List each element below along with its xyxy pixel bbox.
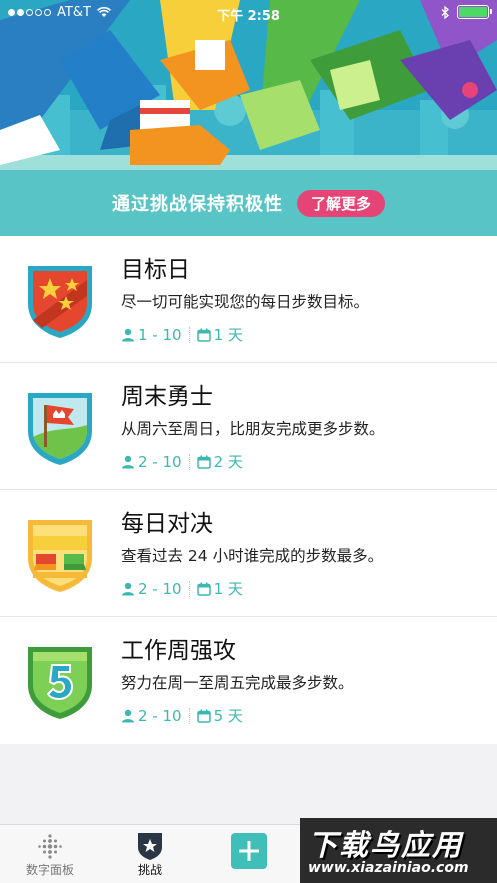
duration: 1 天: [213, 580, 243, 598]
learn-more-button[interactable]: 了解更多: [296, 189, 385, 217]
duration: 1 天: [213, 326, 243, 344]
challenge-item-workweek-hustle[interactable]: 工作周强攻 努力在周一至周五完成最多步数。 2 - 10 5 天: [0, 617, 497, 744]
player-range: 2 - 10: [138, 452, 182, 471]
battery-icon: [457, 5, 492, 19]
dashboard-dots-icon: [38, 834, 62, 859]
challenge-shield-icon: [138, 833, 162, 860]
challenge-meta: 2 - 10 2 天: [121, 451, 243, 472]
challenge-title: 周末勇士: [121, 384, 213, 410]
challenge-list: 目标日 尽一切可能实现您的每日步数目标。 1 - 10 1 天 周末勇士 从周六…: [0, 236, 497, 744]
tab-dashboard[interactable]: 数字面板: [10, 831, 90, 878]
calendar-icon: [196, 455, 211, 469]
challenge-description: 从周六至周日，比朋友完成更多步数。: [121, 420, 385, 438]
watermark-title: 下载鸟应用: [308, 828, 464, 862]
tab-challenges[interactable]: 挑战: [110, 831, 190, 878]
challenge-description: 尽一切可能实现您的每日步数目标。: [121, 293, 370, 311]
watermark: 下载鸟应用 www.xiazainiao.com: [300, 818, 497, 883]
calendar-icon: [196, 709, 211, 723]
calendar-icon: [196, 328, 211, 342]
player-range: 2 - 10: [138, 706, 182, 725]
flag-badge-icon: [28, 393, 92, 465]
person-icon: [122, 455, 134, 468]
person-icon: [122, 709, 134, 722]
challenge-item-goal-day[interactable]: 目标日 尽一切可能实现您的每日步数目标。 1 - 10 1 天: [0, 236, 497, 363]
person-icon: [122, 328, 134, 341]
bluetooth-icon: [441, 5, 449, 19]
player-range: 1 - 10: [138, 325, 182, 344]
challenge-title: 目标日: [121, 257, 190, 283]
plus-icon: [239, 841, 259, 861]
challenge-description: 查看过去 24 小时谁完成的步数最多。: [121, 547, 384, 565]
tab-dashboard-label: 数字面板: [25, 863, 74, 877]
challenge-meta: 2 - 10 5 天: [121, 705, 243, 726]
calendar-icon: [196, 582, 211, 596]
tab-challenges-label: 挑战: [137, 863, 162, 877]
status-right: [441, 5, 492, 19]
hero-headline: 通过挑战保持积极性: [111, 194, 283, 215]
person-icon: [122, 582, 134, 595]
add-button[interactable]: [231, 833, 267, 869]
challenge-title: 每日对决: [121, 511, 213, 537]
duration: 2 天: [213, 453, 243, 471]
status-bar: AT&T 下午 2:58: [0, 0, 497, 26]
stars-badge-icon: [28, 266, 92, 338]
challenge-title: 工作周强攻: [121, 638, 236, 664]
hero-band: 通过挑战保持积极性 了解更多: [0, 170, 497, 236]
challenge-item-weekend-warrior[interactable]: 周末勇士 从周六至周日，比朋友完成更多步数。 2 - 10 2 天: [0, 363, 497, 490]
challenge-description: 努力在周一至周五完成最多步数。: [121, 674, 354, 692]
hero-banner: AT&T 下午 2:58 通过挑战保持积极性 了解更多: [0, 0, 497, 236]
watermark-url: www.xiazainiao.com: [308, 860, 469, 876]
challenge-meta: 1 - 10 1 天: [121, 324, 243, 345]
challenge-meta: 2 - 10 1 天: [121, 578, 243, 599]
clock: 下午 2:58: [217, 9, 280, 24]
duel-badge-icon: [28, 520, 92, 592]
challenge-item-daily-showdown[interactable]: 每日对决 查看过去 24 小时谁完成的步数最多。 2 - 10 1 天: [0, 490, 497, 617]
player-range: 2 - 10: [138, 579, 182, 598]
five-badge-icon: [28, 647, 92, 719]
duration: 5 天: [213, 707, 243, 725]
